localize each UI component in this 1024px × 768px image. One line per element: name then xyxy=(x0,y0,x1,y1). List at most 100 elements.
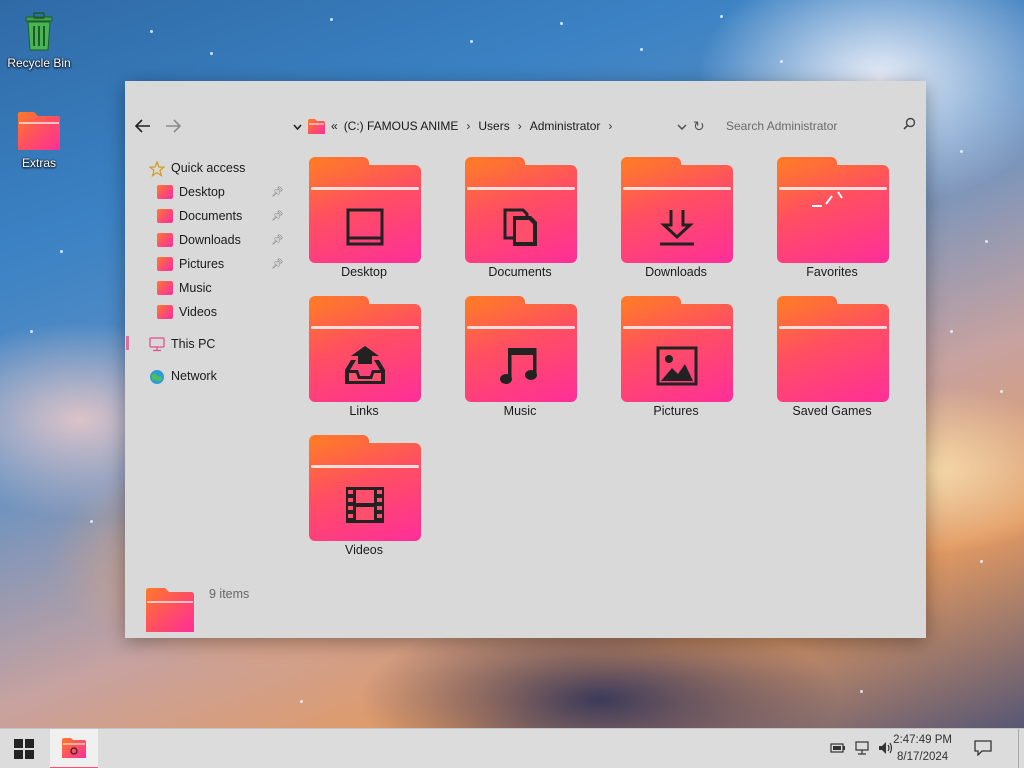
folder-tile-videos[interactable]: Videos xyxy=(299,435,429,567)
arrow-left-icon xyxy=(135,119,150,133)
chevron-down-icon xyxy=(293,124,302,131)
desktop-icon-label: Extras xyxy=(21,156,56,170)
sidebar-item-pictures[interactable]: Pictures 📌︎ xyxy=(157,254,284,274)
arrow-right-icon xyxy=(166,119,181,133)
chevron-right-icon[interactable]: › xyxy=(518,119,522,133)
clock[interactable]: 2:47:49 PM 8/17/2024 xyxy=(893,732,952,766)
folder-icon xyxy=(157,257,173,271)
clock-time: 2:47:49 PM xyxy=(893,734,952,746)
breadcrumb-overflow[interactable]: « xyxy=(331,119,338,133)
sidebar-item-label: Downloads xyxy=(179,233,241,247)
folder-icon xyxy=(157,209,173,223)
network-icon[interactable] xyxy=(854,741,870,758)
battery-icon[interactable] xyxy=(830,742,846,757)
item-count: 9 items xyxy=(209,587,250,601)
sidebar-item-network[interactable]: Network xyxy=(149,366,217,386)
desktop-icon-recycle-bin[interactable]: Recycle Bin xyxy=(3,10,75,70)
folder-label: Music xyxy=(503,404,537,418)
folder-icon xyxy=(157,233,173,247)
download-glyph-icon xyxy=(621,205,733,249)
breadcrumb-item-administrator[interactable]: Administrator xyxy=(530,119,601,133)
desktop-glyph-icon xyxy=(309,205,421,249)
recent-locations-dropdown[interactable] xyxy=(293,119,302,133)
folder-label: Videos xyxy=(345,543,383,557)
folder-icon xyxy=(308,119,325,134)
folder-label: Saved Games xyxy=(792,404,872,418)
chevron-down-icon xyxy=(677,124,687,131)
folder-icon xyxy=(157,305,173,319)
chevron-right-icon[interactable]: › xyxy=(608,119,612,133)
refresh-button[interactable]: ↻ xyxy=(693,118,705,135)
folder-tile-downloads[interactable]: Downloads xyxy=(611,157,741,289)
globe-icon xyxy=(149,369,165,384)
star-glyph-icon xyxy=(777,177,889,221)
folder-label: Links xyxy=(349,404,379,418)
desktop-icon-extras[interactable]: Extras xyxy=(3,110,75,170)
sidebar-item-documents[interactable]: Documents 📌︎ xyxy=(157,206,284,226)
show-desktop-button[interactable] xyxy=(1018,729,1024,768)
documents-glyph-icon xyxy=(465,205,577,249)
folder-tile-music[interactable]: Music xyxy=(455,296,585,428)
search-icon[interactable] xyxy=(903,117,916,133)
taskbar-app-file-explorer[interactable] xyxy=(50,729,98,768)
sidebar-item-music[interactable]: Music xyxy=(157,278,212,298)
windows-logo-icon xyxy=(14,739,34,759)
star-icon xyxy=(148,160,166,178)
pin-icon[interactable]: 📌︎ xyxy=(271,235,284,246)
folder-label: Favorites xyxy=(806,265,858,279)
sidebar-item-label: Videos xyxy=(179,305,217,319)
folder-tile-saved-games[interactable]: Saved Games xyxy=(767,296,897,428)
folder-tile-pictures[interactable]: Pictures xyxy=(611,296,741,428)
folder-label: Downloads xyxy=(645,265,707,279)
sidebar-item-label: Documents xyxy=(179,209,243,223)
computer-icon xyxy=(149,337,165,352)
recycle-bin-icon xyxy=(22,10,56,52)
breadcrumb[interactable]: « (C:) FAMOUS ANIME › Users › Administra… xyxy=(293,115,614,137)
sidebar-item-label: Music xyxy=(179,281,212,295)
chevron-right-icon[interactable]: › xyxy=(466,119,470,133)
sidebar-item-label: Desktop xyxy=(179,185,225,199)
folder-tile-favorites[interactable]: Favorites xyxy=(767,157,897,289)
search-input[interactable]: Search Administrator xyxy=(726,119,837,133)
sidebar-item-label: Pictures xyxy=(179,257,225,271)
breadcrumb-item-users[interactable]: Users xyxy=(478,119,509,133)
breadcrumb-item-drive[interactable]: (C:) FAMOUS ANIME xyxy=(344,119,459,133)
address-history-dropdown[interactable] xyxy=(677,119,687,133)
folder-tile-desktop[interactable]: Desktop xyxy=(299,157,429,289)
sidebar-item-videos[interactable]: Videos xyxy=(157,302,217,322)
sidebar-item-desktop[interactable]: Desktop 📌︎ xyxy=(157,182,284,202)
picture-icon xyxy=(621,344,733,388)
pin-icon[interactable]: 📌︎ xyxy=(271,211,284,222)
folder-icon xyxy=(62,738,86,758)
folder-label: Documents xyxy=(488,265,552,279)
volume-icon[interactable] xyxy=(878,741,894,758)
address-toolbar: « (C:) FAMOUS ANIME › Users › Administra… xyxy=(125,111,926,141)
folder-icon xyxy=(157,281,173,295)
search-box[interactable]: Search Administrator xyxy=(726,115,916,137)
folder-icon xyxy=(157,185,173,199)
sidebar-item-label: Quick access xyxy=(171,161,246,175)
start-button[interactable] xyxy=(0,729,48,768)
sidebar-item-this-pc[interactable]: This PC xyxy=(149,334,215,354)
music-note-icon xyxy=(465,344,577,388)
forward-button[interactable] xyxy=(162,115,184,137)
sidebar-item-quick-access[interactable]: Quick access xyxy=(148,158,246,178)
desktop-icon-label: Recycle Bin xyxy=(7,56,71,70)
film-icon xyxy=(309,483,421,527)
back-button[interactable] xyxy=(132,115,154,137)
action-center-button[interactable] xyxy=(974,740,992,759)
folder-label: Desktop xyxy=(341,265,387,279)
upload-tray-icon xyxy=(309,344,421,388)
folder-tile-documents[interactable]: Documents xyxy=(455,157,585,289)
status-folder-icon xyxy=(145,587,195,633)
taskbar: 2:47:49 PM 8/17/2024 xyxy=(0,728,1024,768)
sidebar-item-label: Network xyxy=(171,369,217,383)
pin-icon[interactable]: 📌︎ xyxy=(271,187,284,198)
folder-tile-links[interactable]: Links xyxy=(299,296,429,428)
sidebar-item-downloads[interactable]: Downloads 📌︎ xyxy=(157,230,284,250)
selection-marker xyxy=(126,336,129,350)
file-explorer-window: « (C:) FAMOUS ANIME › Users › Administra… xyxy=(125,81,926,638)
sidebar-item-label: This PC xyxy=(171,337,216,351)
address-controls: ↻ xyxy=(677,115,705,137)
pin-icon[interactable]: 📌︎ xyxy=(271,259,284,270)
